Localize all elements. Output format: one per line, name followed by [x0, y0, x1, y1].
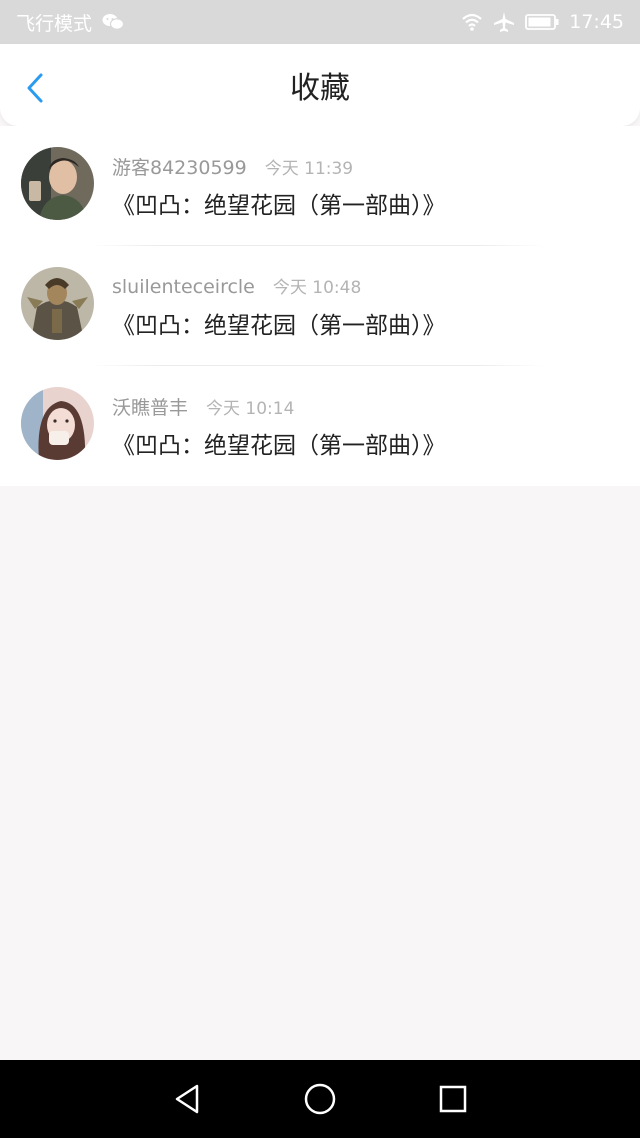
carrier-text: 飞行模式: [16, 12, 93, 35]
system-recent-button[interactable]: [433, 1079, 473, 1119]
system-home-button[interactable]: [300, 1079, 340, 1119]
status-bar: 飞行模式 17:45: [0, 0, 640, 44]
list-item[interactable]: 游客84230599 今天 11:39 《凹凸：绝望花园（第一部曲）》: [0, 126, 640, 246]
airplane-icon: [494, 12, 515, 32]
battery-icon: [525, 14, 559, 30]
chevron-left-icon: [27, 73, 43, 103]
item-meta: 沃瞧普丰 今天 10:14: [112, 393, 294, 420]
clock-text: 17:45: [569, 11, 624, 33]
avatar-image: [21, 147, 94, 220]
item-meta: 游客84230599 今天 11:39: [112, 153, 353, 180]
item-title[interactable]: 《凹凸：绝望花园（第一部曲）》: [112, 186, 446, 220]
item-timestamp: 今天 11:39: [264, 159, 354, 179]
item-meta: sluilenteceircle 今天 10:48: [112, 273, 361, 298]
item-username[interactable]: 沃瞧普丰: [112, 393, 188, 420]
status-left: 飞行模式: [16, 9, 125, 36]
list-item[interactable]: sluilenteceircle 今天 10:48 《凹凸：绝望花园（第一部曲）…: [0, 246, 640, 366]
avatar-image: [21, 267, 94, 340]
nav-bar: 收藏: [0, 44, 640, 126]
item-title[interactable]: 《凹凸：绝望花园（第一部曲）》: [112, 306, 446, 340]
wifi-icon: [462, 13, 482, 31]
page-title: 收藏: [290, 71, 350, 106]
avatar[interactable]: [21, 147, 94, 220]
avatar[interactable]: [21, 267, 94, 340]
system-nav-bar: [0, 1060, 640, 1138]
item-timestamp: 今天 10:48: [272, 278, 362, 298]
item-title[interactable]: 《凹凸：绝望花园（第一部曲）》: [112, 426, 446, 460]
item-username[interactable]: sluilenteceircle: [112, 276, 255, 298]
item-username[interactable]: 游客84230599: [112, 153, 247, 180]
item-timestamp: 今天 10:14: [206, 399, 295, 419]
circle-home-icon: [304, 1083, 336, 1115]
triangle-back-icon: [175, 1084, 198, 1114]
square-recent-icon: [440, 1085, 467, 1113]
avatar-image: [21, 387, 94, 460]
wechat-icon: [102, 14, 125, 30]
back-button[interactable]: [18, 68, 52, 108]
favorites-list: 游客84230599 今天 11:39 《凹凸：绝望花园（第一部曲）》 slui…: [0, 126, 640, 486]
list-item[interactable]: 沃瞧普丰 今天 10:14 《凹凸：绝望花园（第一部曲）》: [0, 366, 640, 486]
status-right: 17:45: [461, 11, 624, 33]
system-back-button[interactable]: [167, 1079, 207, 1119]
avatar[interactable]: [21, 387, 94, 460]
